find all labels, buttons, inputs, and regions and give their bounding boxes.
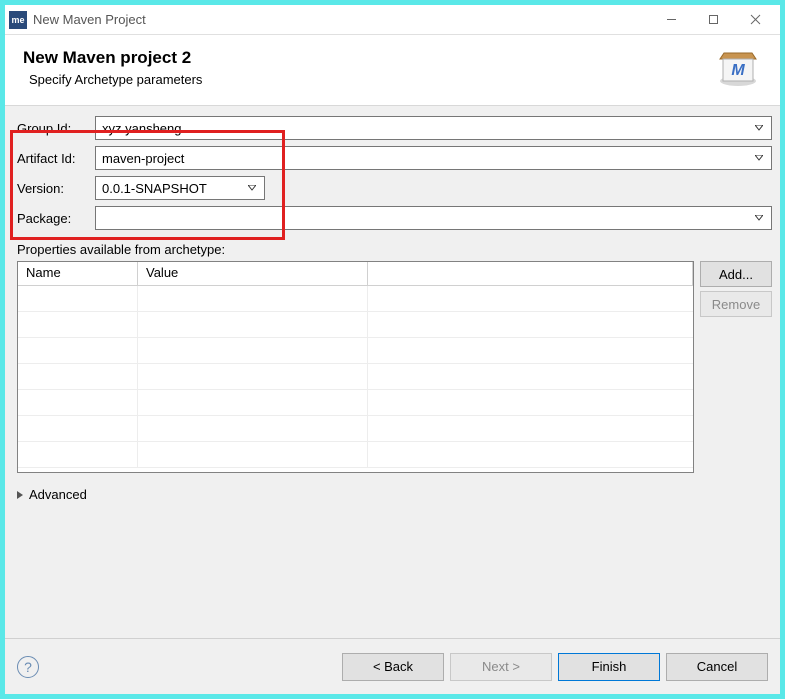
triangle-right-icon	[17, 491, 25, 499]
next-button: Next >	[450, 653, 552, 681]
group-id-input[interactable]: xyz.yansheng	[95, 116, 772, 140]
help-icon[interactable]: ?	[17, 656, 39, 678]
window-titlebar: me New Maven Project	[5, 5, 780, 35]
version-select[interactable]: 0.0.1-SNAPSHOT	[95, 176, 265, 200]
wizard-subtitle: Specify Archetype parameters	[23, 72, 714, 87]
wizard-title: New Maven project 2	[23, 48, 714, 68]
column-header-spacer	[368, 262, 693, 286]
back-button[interactable]: < Back	[342, 653, 444, 681]
window-title: New Maven Project	[33, 12, 650, 27]
package-label: Package:	[13, 211, 95, 226]
remove-button: Remove	[700, 291, 772, 317]
table-row[interactable]	[18, 416, 693, 442]
maven-icon: M	[714, 45, 762, 89]
artifact-id-value: maven-project	[102, 151, 751, 166]
chevron-down-icon[interactable]	[751, 155, 767, 161]
app-icon: me	[9, 11, 27, 29]
group-id-value: xyz.yansheng	[102, 121, 751, 136]
group-id-label: Group Id:	[13, 121, 95, 136]
table-row[interactable]	[18, 442, 693, 468]
column-header-value[interactable]: Value	[138, 262, 368, 286]
wizard-header: New Maven project 2 Specify Archetype pa…	[5, 35, 780, 106]
minimize-button[interactable]	[650, 6, 692, 34]
artifact-id-label: Artifact Id:	[13, 151, 95, 166]
artifact-id-input[interactable]: maven-project	[95, 146, 772, 170]
wizard-footer: ? < Back Next > Finish Cancel	[5, 638, 780, 694]
finish-button[interactable]: Finish	[558, 653, 660, 681]
table-row[interactable]	[18, 390, 693, 416]
table-row[interactable]	[18, 338, 693, 364]
table-row[interactable]	[18, 364, 693, 390]
chevron-down-icon[interactable]	[751, 215, 767, 221]
advanced-toggle[interactable]: Advanced	[13, 473, 772, 516]
table-row[interactable]	[18, 286, 693, 312]
properties-table-body	[18, 286, 693, 472]
version-label: Version:	[13, 181, 95, 196]
close-button[interactable]	[734, 6, 776, 34]
package-input[interactable]	[95, 206, 772, 230]
version-value: 0.0.1-SNAPSHOT	[102, 181, 244, 196]
svg-text:M: M	[731, 62, 745, 79]
advanced-label: Advanced	[29, 487, 87, 502]
maximize-button[interactable]	[692, 6, 734, 34]
column-header-name[interactable]: Name	[18, 262, 138, 286]
chevron-down-icon[interactable]	[751, 125, 767, 131]
add-button[interactable]: Add...	[700, 261, 772, 287]
properties-label: Properties available from archetype:	[13, 236, 772, 261]
chevron-down-icon[interactable]	[244, 185, 260, 191]
table-row[interactable]	[18, 312, 693, 338]
cancel-button[interactable]: Cancel	[666, 653, 768, 681]
properties-table[interactable]: Name Value	[17, 261, 694, 473]
